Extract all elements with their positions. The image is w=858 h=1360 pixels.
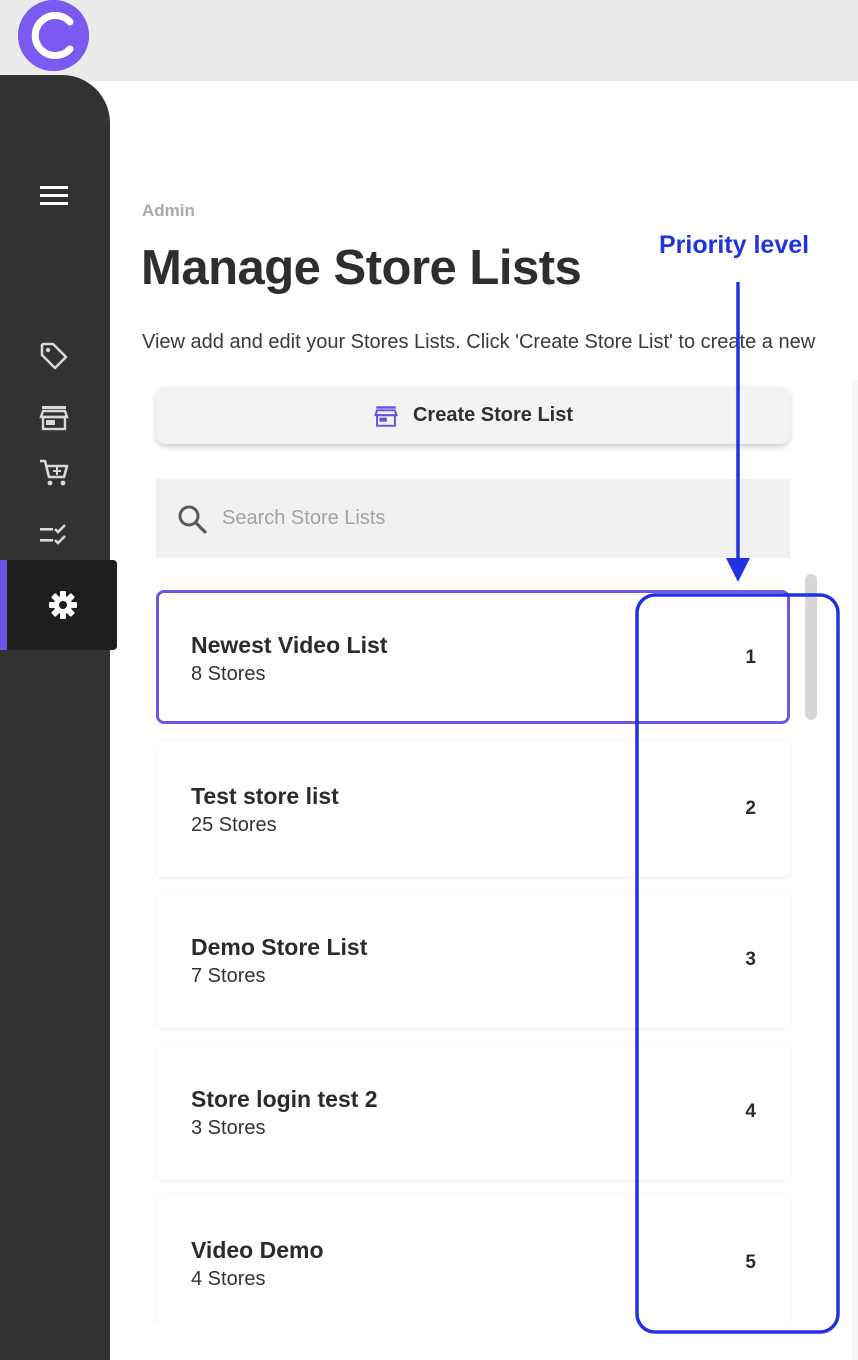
app-logo[interactable]: [18, 0, 89, 71]
create-store-list-label: Create Store List: [412, 404, 574, 426]
cart-icon[interactable]: [38, 457, 70, 489]
store-list-name: Demo Store List: [191, 934, 368, 960]
store-list-name: Store login test 2: [191, 1086, 378, 1112]
tag-icon[interactable]: [38, 340, 70, 372]
create-store-list-button[interactable]: Create Store List: [156, 387, 790, 444]
search-icon: [178, 505, 207, 534]
store-list-count: 3 Stores: [191, 1117, 266, 1139]
gear-icon: [47, 589, 79, 621]
menu-icon[interactable]: [38, 179, 70, 211]
top-bar: [0, 0, 858, 81]
active-indicator: [0, 560, 7, 650]
store-list-priority: 1: [745, 647, 756, 668]
store-list-priority: 4: [745, 1101, 756, 1122]
store-list-name: Test store list: [191, 783, 339, 809]
store-list-card[interactable]: Video Demo 4 Stores 5: [156, 1195, 790, 1331]
logo-c-icon: [18, 0, 89, 71]
store-list-card[interactable]: Demo Store List 7 Stores 3: [156, 892, 790, 1028]
store-list-card[interactable]: Store login test 2 3 Stores 4: [156, 1044, 790, 1180]
annotation-arrow-head: [726, 558, 750, 582]
checklist-icon[interactable]: [38, 519, 70, 551]
list-scrollbar[interactable]: [805, 574, 817, 720]
search-input[interactable]: [222, 497, 762, 539]
store-list-priority: 5: [745, 1252, 756, 1273]
breadcrumb[interactable]: Admin: [142, 201, 195, 221]
page-description: View add and edit your Stores Lists. Cli…: [142, 331, 816, 353]
store-list-name: Video Demo: [191, 1237, 324, 1263]
store-icon: [374, 405, 398, 427]
sidebar-item-settings[interactable]: [0, 560, 117, 650]
right-panel-edge: [852, 380, 858, 1360]
store-list-count: 7 Stores: [191, 965, 266, 987]
annotation-label: Priority level: [659, 231, 810, 259]
store-list-card[interactable]: Test store list 25 Stores 2: [156, 741, 790, 877]
sidebar: [0, 75, 110, 1360]
list-clip: [110, 1323, 858, 1360]
store-icon[interactable]: [38, 401, 70, 433]
store-list-count: 25 Stores: [191, 814, 277, 836]
store-list-card[interactable]: Newest Video List 8 Stores 1: [156, 590, 790, 724]
store-list-count: 4 Stores: [191, 1268, 266, 1290]
page-title: Manage Store Lists: [141, 241, 582, 295]
store-list-name: Newest Video List: [191, 632, 388, 658]
store-list-count: 8 Stores: [191, 663, 266, 685]
store-list-priority: 3: [745, 949, 756, 970]
search-bar[interactable]: [156, 479, 790, 558]
store-list-priority: 2: [745, 798, 756, 819]
